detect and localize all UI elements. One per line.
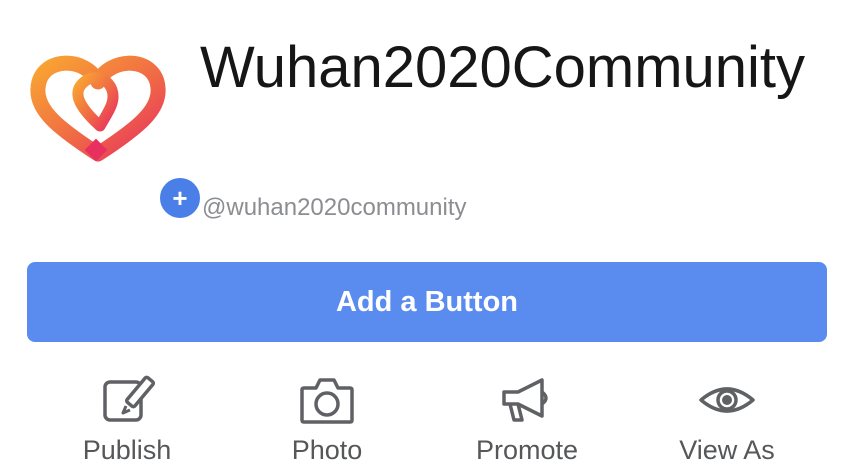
page-actions-bar: Publish Photo Promote View As [0, 370, 854, 466]
heart-logo-icon [30, 55, 166, 162]
page-header: + Wuhan2020Community @wuhan2020community… [0, 0, 854, 466]
megaphone-icon [497, 370, 557, 430]
camera-icon [297, 370, 357, 430]
view-as-action[interactable]: View As [642, 370, 812, 466]
edit-icon [97, 370, 157, 430]
plus-icon: + [172, 183, 188, 213]
add-a-button-button[interactable]: Add a Button [27, 262, 827, 342]
publish-action[interactable]: Publish [42, 370, 212, 466]
promote-action[interactable]: Promote [442, 370, 612, 466]
view-as-label: View As [679, 435, 775, 465]
profile-avatar[interactable]: + [28, 46, 204, 222]
photo-action[interactable]: Photo [242, 370, 412, 466]
page-handle: @wuhan2020community [202, 194, 467, 221]
promote-label: Promote [475, 435, 579, 465]
eye-icon [697, 370, 757, 430]
page-title: Wuhan2020Community [200, 35, 806, 100]
photo-label: Photo [291, 435, 363, 465]
add-photo-badge[interactable]: + [156, 174, 204, 222]
publish-label: Publish [82, 435, 172, 465]
